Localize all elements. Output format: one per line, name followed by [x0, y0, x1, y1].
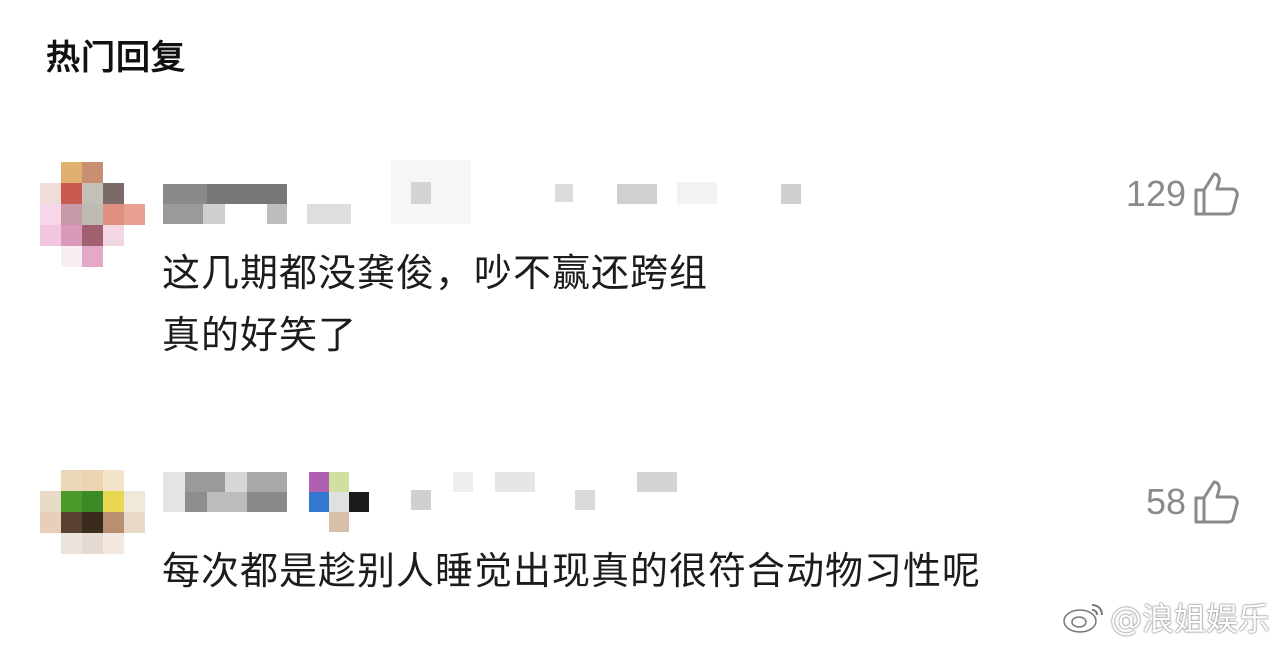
comment-text-line: 每次都是趁别人睡觉出现真的很符合动物习性呢 [162, 549, 982, 593]
like-button[interactable]: 129 [1126, 170, 1240, 218]
section-title: 热门回复 [46, 38, 186, 78]
like-count: 58 [1145, 481, 1186, 522]
weibo-icon [1063, 604, 1103, 633]
thumbs-up-icon [1194, 480, 1239, 524]
watermark-text: @浪姐娱乐 [1109, 600, 1270, 638]
username[interactable] [163, 160, 823, 230]
comment-text-line: 这几期都没龚俊，吵不赢还跨组 [162, 251, 709, 295]
watermark: @浪姐娱乐 [1062, 594, 1270, 640]
comment-text: 每次都是趁别人睡觉出现真的很符合动物习性呢 [162, 540, 1202, 602]
thumbs-up-icon [1194, 172, 1239, 216]
like-count: 129 [1125, 173, 1186, 214]
comment-text: 这几期都没龚俊，吵不赢还跨组 真的好笑了 [162, 242, 862, 366]
username[interactable] [163, 468, 823, 538]
avatar[interactable] [40, 162, 145, 267]
comment-item: 129 这几期都没龚俊，吵不赢还跨组 真的好笑了 [0, 160, 1284, 400]
like-button[interactable]: 58 [1146, 478, 1240, 526]
comment-text-line: 真的好笑了 [162, 313, 358, 357]
avatar[interactable] [40, 470, 145, 575]
